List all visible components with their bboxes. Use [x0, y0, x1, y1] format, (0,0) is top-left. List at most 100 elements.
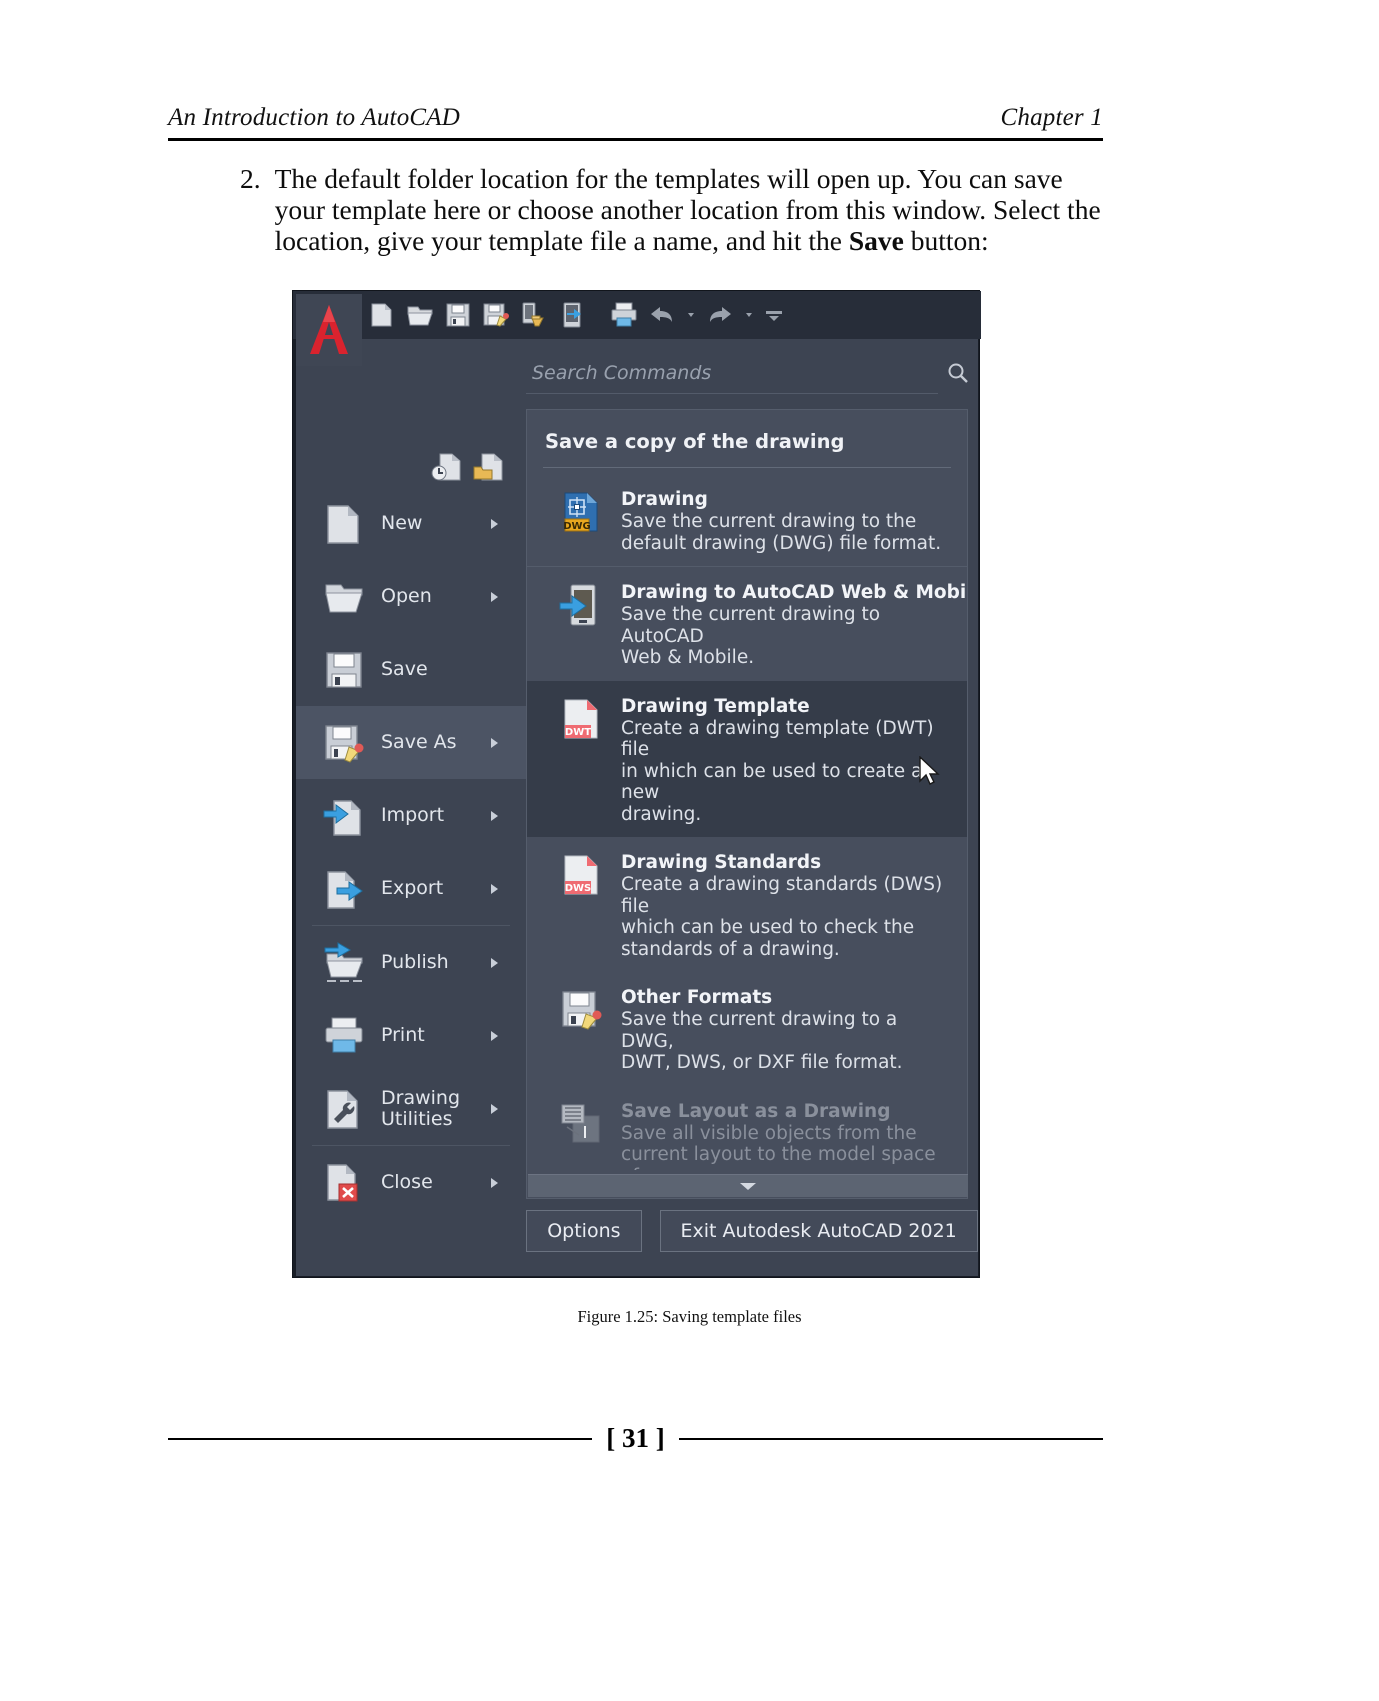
submenu-arrow-icon [491, 591, 498, 602]
dws-file-icon: DWS [557, 851, 605, 899]
menu-item-export[interactable]: Export [296, 852, 526, 925]
save-options-list: DWG Drawing Save the current drawing to … [527, 474, 967, 1170]
menu-item-label: Save As [381, 731, 457, 753]
exit-autocad-button[interactable]: Exit Autodesk AutoCAD 2021 [659, 1210, 978, 1252]
layout-to-drawing-icon [557, 1100, 605, 1148]
search-commands-row [526, 347, 978, 399]
option-title: Drawing [621, 489, 708, 510]
option-description: Save the current drawing to the default … [621, 511, 942, 554]
publish-folder-icon [321, 940, 367, 986]
wrench-document-icon [321, 1086, 367, 1132]
menu-item-open[interactable]: Open [296, 560, 526, 633]
option-text: Drawing to AutoCAD Web & Mobile Save the… [621, 581, 967, 669]
quick-access-icon-row [367, 291, 785, 339]
undo-dropdown-icon[interactable] [685, 300, 697, 330]
recent-documents-icon[interactable] [430, 451, 462, 483]
option-other-formats[interactable]: Other Formats Save the current drawing t… [527, 972, 967, 1086]
application-menu-command-list: New Open Save Save As Import Export Publ… [296, 339, 527, 1276]
redo-dropdown-icon[interactable] [743, 300, 755, 330]
menu-item-import[interactable]: Import [296, 779, 526, 852]
submenu-arrow-icon [491, 810, 498, 821]
option-text: Other Formats Save the current drawing t… [621, 986, 955, 1074]
running-head-left: An Introduction to AutoCAD [168, 104, 460, 131]
option-title: Save Layout as a Drawing [621, 1100, 891, 1122]
option-save-layout-as-drawing: Save Layout as a Drawing Save all visibl… [527, 1086, 967, 1171]
page-number: [ 31 ] [606, 1423, 665, 1453]
option-drawing-template[interactable]: DWT Drawing Template Create a drawing te… [527, 680, 967, 837]
dwt-file-icon: DWT [557, 695, 605, 743]
save-as-icon[interactable] [481, 300, 511, 330]
option-drawing-standards[interactable]: DWS Drawing Standards Create a drawing s… [527, 837, 967, 972]
open-documents-icon[interactable] [472, 451, 504, 483]
menu-item-save[interactable]: Save [296, 633, 526, 706]
option-text: Drawing Save the current drawing to the … [621, 488, 955, 554]
autocad-a-logo-button[interactable] [296, 294, 362, 366]
menu-item-print[interactable]: Print [296, 999, 526, 1072]
import-arrow-icon [321, 793, 367, 839]
autocad-a-logo-icon [310, 305, 348, 354]
open-folder-icon [321, 574, 367, 620]
submenu-arrow-icon [491, 957, 498, 968]
panel-title-divider [543, 467, 951, 468]
option-description: Save the current drawing to a DWG, DWT, … [621, 1009, 903, 1073]
option-description: Save all visible objects from the curren… [621, 1122, 936, 1171]
menu-item-drawing-utilities[interactable]: Drawing Utilities [296, 1072, 526, 1145]
option-drawing-to-web-mobile[interactable]: Drawing to AutoCAD Web & Mobile Save the… [527, 567, 967, 681]
option-text: Save Layout as a Drawing Save all visibl… [621, 1100, 955, 1171]
submenu-arrow-icon [491, 1030, 498, 1041]
menu-item-label: Print [381, 1024, 425, 1046]
step-paragraph: The default folder location for the temp… [275, 163, 1105, 256]
submenu-arrow-icon [491, 518, 498, 529]
menu-item-close[interactable]: Close [296, 1146, 526, 1219]
save-icon[interactable] [443, 300, 473, 330]
header-divider [168, 138, 1103, 141]
dwg-file-icon: DWG [557, 488, 605, 536]
menu-item-label: Open [381, 585, 432, 607]
menu-item-label: Close [381, 1171, 433, 1193]
submenu-arrow-icon [491, 883, 498, 894]
redo-icon[interactable] [705, 300, 735, 330]
floppy-save-icon [321, 647, 367, 693]
open-from-web-mobile-icon[interactable] [557, 300, 587, 330]
save-to-web-mobile-icon[interactable] [519, 300, 549, 330]
option-text: Drawing Standards Create a drawing stand… [621, 851, 955, 960]
mobile-device-icon [557, 581, 605, 629]
option-title: Drawing to AutoCAD Web & Mobile [621, 582, 967, 603]
menu-item-label: Import [381, 804, 445, 826]
options-button[interactable]: Options [526, 1210, 642, 1252]
menu-item-save-as[interactable]: Save As [296, 706, 526, 779]
search-icon[interactable] [938, 353, 978, 393]
search-input[interactable] [526, 352, 938, 394]
menu-item-label: New [381, 512, 423, 534]
figure-caption: Figure 1.25: Saving template files [577, 1307, 802, 1326]
step-text-after: button: [903, 225, 989, 256]
option-description: Create a drawing template (DWT) file in … [621, 717, 934, 825]
export-arrow-icon [321, 866, 367, 912]
plot-icon[interactable] [609, 300, 639, 330]
option-text: Drawing Template Create a drawing templa… [621, 695, 955, 826]
submenu-arrow-icon [491, 1103, 498, 1114]
menu-item-new[interactable]: New [296, 487, 526, 560]
option-title: Drawing Template [621, 695, 810, 717]
step-number: 2. [240, 163, 261, 194]
scroll-down-button[interactable] [528, 1174, 968, 1197]
submenu-arrow-icon [491, 737, 498, 748]
svg-text:DWT: DWT [565, 727, 591, 738]
option-description: Create a drawing standards (DWS) file wh… [621, 874, 943, 960]
svg-text:DWG: DWG [563, 521, 591, 532]
printer-icon [321, 1013, 367, 1059]
menu-item-label: Save [381, 658, 428, 680]
quick-access-toolbar [293, 291, 981, 339]
numbered-step: 2. The default folder location for the t… [240, 163, 1105, 256]
menu-item-label: Publish [381, 951, 449, 973]
menu-item-publish[interactable]: Publish [296, 926, 526, 999]
open-icon[interactable] [405, 300, 435, 330]
floppy-pencil-icon [321, 720, 367, 766]
floppy-pencil-icon [557, 986, 605, 1034]
save-a-copy-panel: Save a copy of the drawing DWG Drawing S… [526, 409, 968, 1199]
undo-icon[interactable] [647, 300, 677, 330]
menu-footer-buttons: Options Exit Autodesk AutoCAD 2021 [526, 1210, 978, 1252]
option-drawing[interactable]: DWG Drawing Save the current drawing to … [527, 474, 967, 566]
customize-qat-icon[interactable] [763, 300, 785, 330]
new-icon[interactable] [367, 300, 397, 330]
